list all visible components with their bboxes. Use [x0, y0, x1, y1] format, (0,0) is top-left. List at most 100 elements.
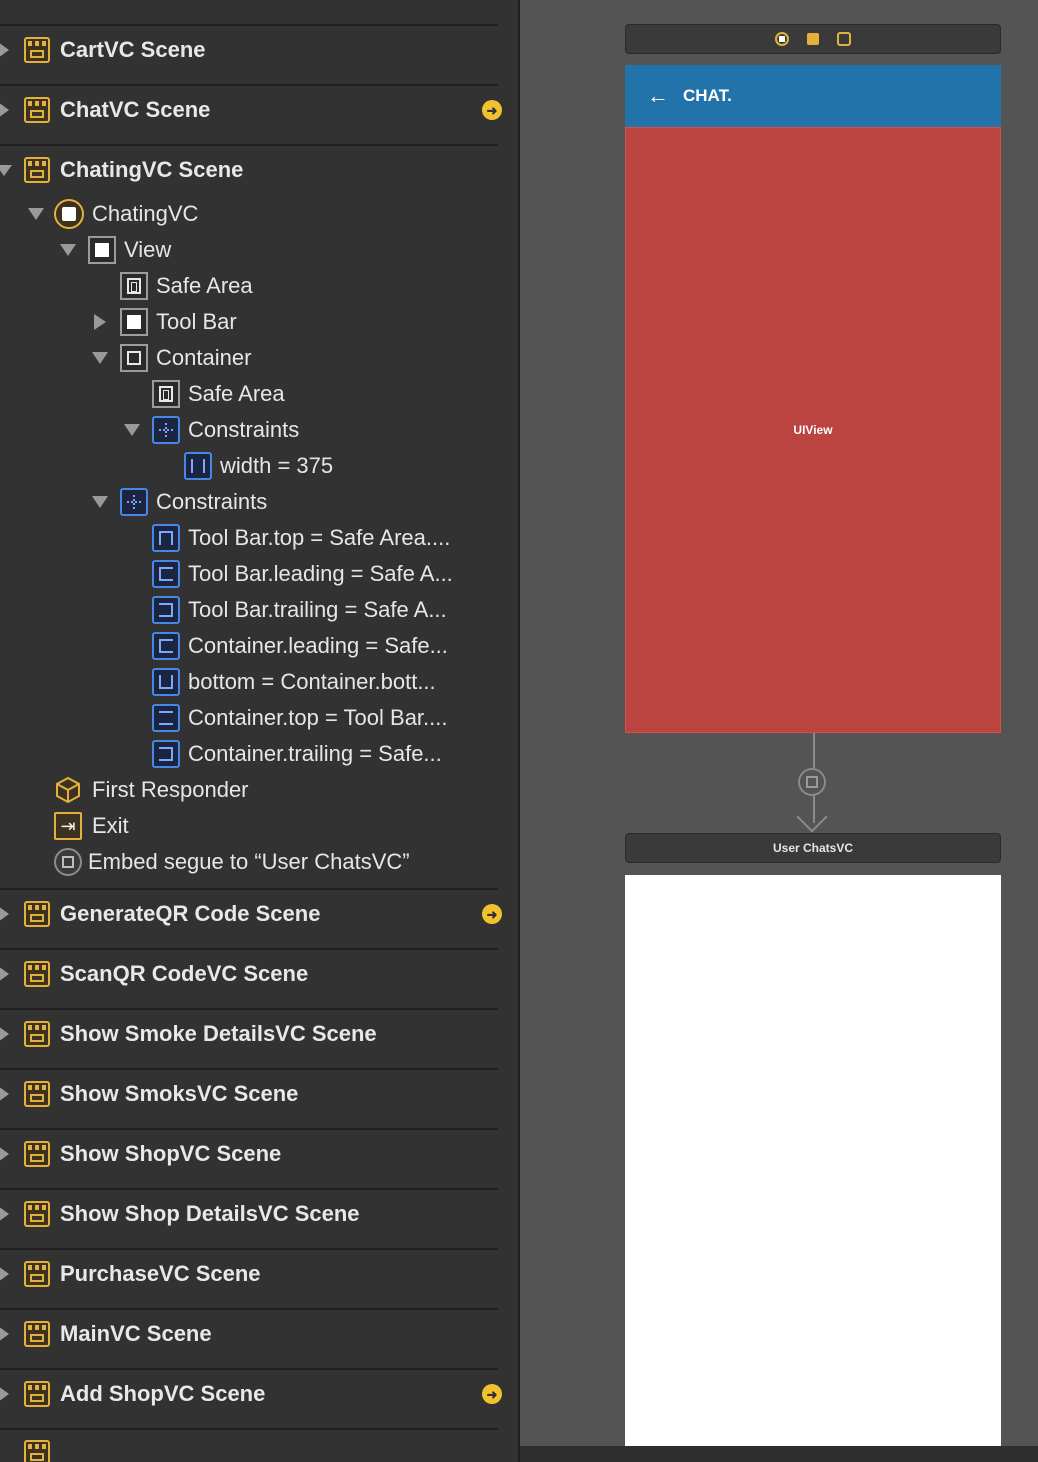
- disclosure-triangle-open-icon[interactable]: [124, 424, 140, 436]
- safe-area-icon: [120, 272, 148, 300]
- scene-row-show-smoks[interactable]: Show SmoksVC Scene: [0, 1064, 518, 1124]
- disclosure-triangle-icon[interactable]: [0, 1206, 9, 1222]
- disclosure-triangle-icon[interactable]: [0, 966, 9, 982]
- constraints-icon: [152, 416, 180, 444]
- outline-item-tool-bar[interactable]: Tool Bar: [0, 304, 518, 340]
- scene-icon: [24, 1081, 50, 1107]
- scene-icon: [24, 1321, 50, 1347]
- trailing-constraint-icon: [152, 740, 180, 768]
- user-chats-view[interactable]: [625, 875, 1001, 1446]
- disclosure-triangle-open-icon[interactable]: [60, 244, 76, 256]
- horizontal-scrollbar[interactable]: [520, 1446, 1038, 1462]
- outline-item-constraint[interactable]: Container.trailing = Safe...: [0, 736, 518, 772]
- scene-row-show-shop-details[interactable]: Show Shop DetailsVC Scene: [0, 1184, 518, 1244]
- view-controller-icon[interactable]: [775, 32, 789, 46]
- disclosure-triangle-icon[interactable]: [0, 1086, 9, 1102]
- outline-item-constraint[interactable]: Tool Bar.trailing = Safe A...: [0, 592, 518, 628]
- disclosure-triangle-open-icon[interactable]: [92, 352, 108, 364]
- scene-dock[interactable]: [625, 24, 1001, 54]
- scene-row-add-shop[interactable]: Add ShopVC Scene ➜: [0, 1364, 518, 1424]
- scene-row-main[interactable]: MainVC Scene: [0, 1304, 518, 1364]
- scene-label: ScanQR CodeVC Scene: [60, 961, 309, 986]
- disclosure-triangle-open-icon[interactable]: [0, 164, 12, 176]
- outline-item-label: Exit: [92, 813, 129, 838]
- outline-item-constraint[interactable]: Container.leading = Safe...: [0, 628, 518, 664]
- storyboard-canvas[interactable]: ← CHAT. UIView User ChatsVC: [520, 0, 1038, 1462]
- outline-item-constraints[interactable]: Constraints: [0, 412, 518, 448]
- scene-row-chatingvc[interactable]: ChatingVC Scene: [0, 140, 518, 200]
- disclosure-triangle-open-icon[interactable]: [92, 496, 108, 508]
- disclosure-triangle-icon[interactable]: [0, 102, 9, 118]
- child-scene-dock[interactable]: User ChatsVC: [625, 833, 1001, 863]
- scene-row-chatvc[interactable]: ChatVC Scene ➜: [0, 80, 518, 140]
- scene-icon: [24, 37, 50, 63]
- disclosure-triangle-icon[interactable]: [0, 1386, 9, 1402]
- outline-item-label: Safe Area: [156, 273, 253, 298]
- back-arrow-icon[interactable]: ←: [647, 83, 669, 109]
- outline-item-label: Embed segue to “User ChatsVC”: [88, 849, 410, 874]
- outline-item-safe-area[interactable]: Safe Area: [0, 268, 518, 304]
- disclosure-triangle-icon[interactable]: [0, 1326, 9, 1342]
- top-constraint-icon: [152, 524, 180, 552]
- outline-item-constraint[interactable]: bottom = Container.bott...: [0, 664, 518, 700]
- scene-row-show-smoke-details[interactable]: Show Smoke DetailsVC Scene: [0, 1004, 518, 1064]
- outline-item-constraint[interactable]: Tool Bar.leading = Safe A...: [0, 556, 518, 592]
- scene-row-cartvc[interactable]: CartVC Scene: [0, 20, 518, 80]
- outline-item-label: Container: [156, 345, 252, 370]
- leading-constraint-icon: [152, 560, 180, 588]
- outline-item-embed-segue[interactable]: Embed segue to “User ChatsVC”: [0, 844, 518, 880]
- go-to-scene-arrow-icon[interactable]: ➜: [482, 904, 502, 924]
- scene-row-generateqr[interactable]: GenerateQR Code Scene ➜: [0, 884, 518, 944]
- outline-item-constraints[interactable]: Constraints: [0, 484, 518, 520]
- outline-item-width-constraint[interactable]: width = 375: [0, 448, 518, 484]
- trailing-constraint-icon: [152, 596, 180, 624]
- exit-icon[interactable]: [837, 32, 851, 46]
- outline-item-label: Container.leading = Safe...: [188, 633, 448, 658]
- outline-item-chatingvc[interactable]: ChatingVC: [0, 196, 518, 232]
- outline-item-first-responder[interactable]: First Responder: [0, 772, 518, 808]
- go-to-scene-arrow-icon[interactable]: ➜: [482, 1384, 502, 1404]
- scene-label: ChatVC Scene: [60, 97, 211, 122]
- first-responder-icon: [54, 776, 82, 804]
- container-view-icon: [120, 344, 148, 372]
- width-constraint-icon: [184, 452, 212, 480]
- embed-segue-icon: [54, 848, 82, 876]
- outline-item-label: Container.trailing = Safe...: [188, 741, 442, 766]
- outline-item-label: Tool Bar.trailing = Safe A...: [188, 597, 447, 622]
- scene-label: CartVC Scene: [60, 37, 206, 62]
- outline-item-exit[interactable]: ⇥ Exit: [0, 808, 518, 844]
- outline-item-label: Tool Bar: [156, 309, 237, 334]
- disclosure-triangle-icon[interactable]: [0, 42, 9, 58]
- outline-item-label: View: [124, 237, 172, 262]
- outline-item-constraint[interactable]: Tool Bar.top = Safe Area....: [0, 520, 518, 556]
- outline-item-safe-area[interactable]: Safe Area: [0, 376, 518, 412]
- scene-label: ChatingVC Scene: [60, 157, 244, 182]
- scene-label: GenerateQR Code Scene: [60, 901, 321, 926]
- disclosure-triangle-icon[interactable]: [0, 906, 9, 922]
- disclosure-triangle-icon[interactable]: [94, 314, 106, 330]
- navigation-toolbar[interactable]: ← CHAT.: [625, 65, 1001, 127]
- outline-item-label: Tool Bar.top = Safe Area....: [188, 525, 451, 550]
- outline-item-container[interactable]: Container: [0, 340, 518, 376]
- scene-row-partial[interactable]: [0, 1424, 518, 1462]
- scene-row-scanqr[interactable]: ScanQR CodeVC Scene: [0, 944, 518, 1004]
- outline-item-label: Tool Bar.leading = Safe A...: [188, 561, 453, 586]
- scene-icon: [24, 901, 50, 927]
- container-uiview[interactable]: UIView: [625, 127, 1001, 733]
- scene-row-show-shop[interactable]: Show ShopVC Scene: [0, 1124, 518, 1184]
- disclosure-triangle-open-icon[interactable]: [28, 208, 44, 220]
- embed-segue-icon[interactable]: [798, 768, 826, 796]
- scene-icon: [24, 1261, 50, 1287]
- scene-row-purchase[interactable]: PurchaseVC Scene: [0, 1244, 518, 1304]
- scene-icon: [24, 1141, 50, 1167]
- disclosure-triangle-icon[interactable]: [0, 1266, 9, 1282]
- go-to-scene-arrow-icon[interactable]: ➜: [482, 100, 502, 120]
- exit-icon: ⇥: [54, 812, 82, 840]
- outline-item-view[interactable]: View: [0, 232, 518, 268]
- first-responder-icon[interactable]: [807, 33, 819, 45]
- disclosure-triangle-icon[interactable]: [0, 1146, 9, 1162]
- outline-item-label: bottom = Container.bott...: [188, 669, 436, 694]
- segue-arrowhead-icon: [796, 801, 828, 833]
- disclosure-triangle-icon[interactable]: [0, 1026, 9, 1042]
- outline-item-constraint[interactable]: Container.top = Tool Bar....: [0, 700, 518, 736]
